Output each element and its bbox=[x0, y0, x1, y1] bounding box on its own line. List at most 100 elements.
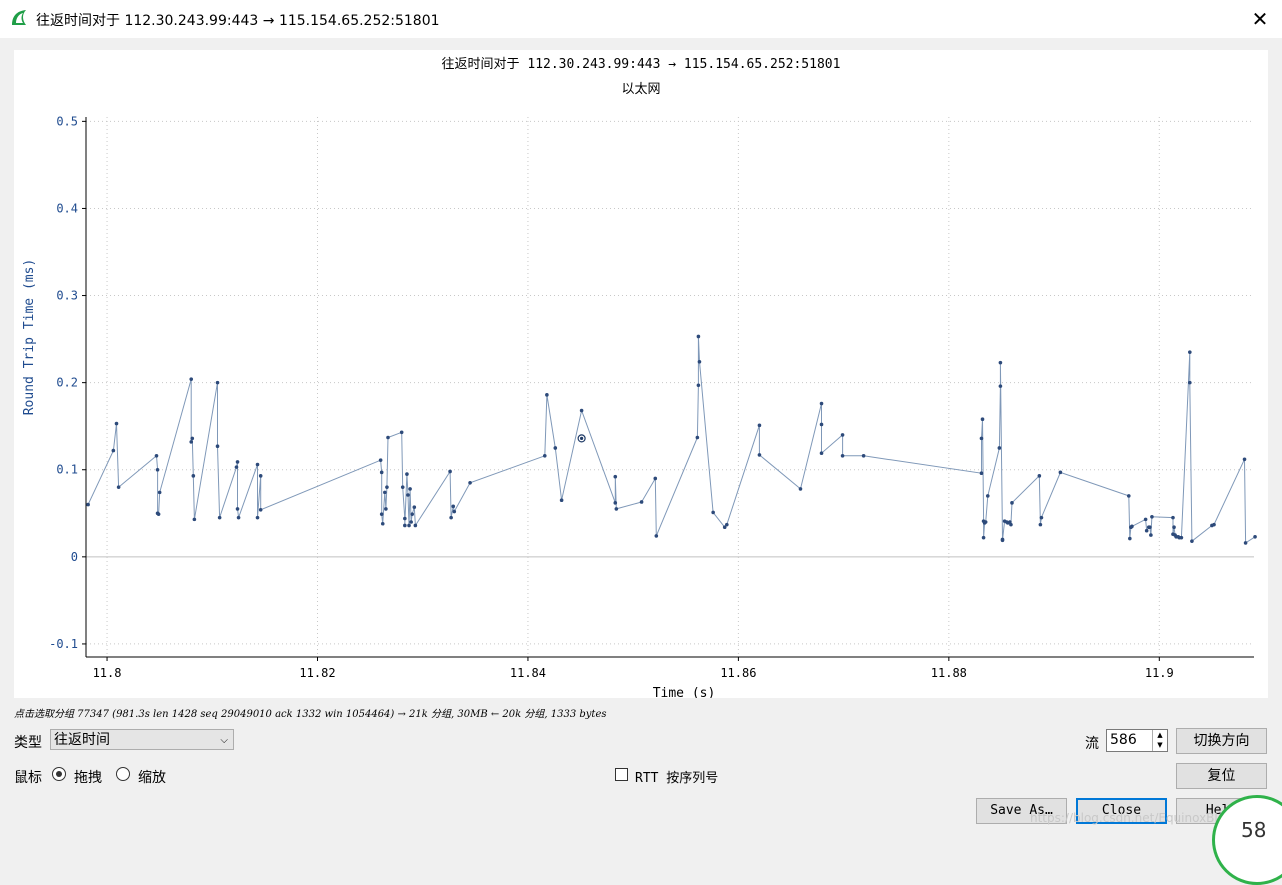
rtt-point bbox=[386, 435, 390, 440]
rtt-point bbox=[258, 474, 263, 478]
rtt-point bbox=[725, 522, 729, 527]
rtt-point bbox=[403, 516, 407, 521]
rtt-point bbox=[981, 535, 986, 540]
graph-type-select[interactable]: 往返时间 ⌵ bbox=[50, 729, 234, 750]
x-tick-label: 11.82 bbox=[299, 666, 335, 680]
rtt-point bbox=[1150, 514, 1154, 519]
rtt-point bbox=[258, 508, 263, 512]
rtt-point bbox=[1038, 522, 1043, 527]
rtt-point bbox=[217, 515, 222, 520]
rtt-point bbox=[379, 470, 384, 475]
x-tick-label: 11.86 bbox=[720, 666, 756, 680]
rtt-point bbox=[1143, 517, 1148, 522]
rtt-point bbox=[1130, 524, 1134, 529]
rtt-point bbox=[1242, 457, 1247, 462]
rtt-point bbox=[696, 383, 701, 388]
rtt-point bbox=[998, 384, 1003, 388]
rtt-point bbox=[215, 444, 220, 449]
rtt-point bbox=[542, 454, 547, 458]
rtt-point bbox=[696, 334, 701, 339]
stream-label: 流 bbox=[1085, 736, 1099, 752]
wireshark-fin-icon bbox=[12, 10, 26, 25]
rtt-point bbox=[1212, 522, 1216, 527]
rtt-point bbox=[379, 512, 384, 516]
rtt-point bbox=[156, 512, 161, 516]
rtt-point bbox=[653, 476, 658, 481]
zoom-radio-label[interactable]: 缩放 bbox=[138, 767, 166, 787]
rtt-point bbox=[452, 509, 457, 514]
rtt-point bbox=[840, 454, 845, 458]
type-label: 类型 bbox=[14, 735, 42, 751]
rtt-point bbox=[614, 507, 619, 511]
rtt-by-seq-checkbox[interactable] bbox=[615, 768, 628, 781]
close-icon[interactable]: ✕ bbox=[1247, 6, 1273, 32]
switch-direction-button[interactable]: 切换方向 bbox=[1176, 728, 1267, 754]
rtt-point bbox=[819, 401, 824, 406]
rtt-point bbox=[405, 472, 409, 476]
rtt-point bbox=[190, 436, 195, 441]
rtt-point bbox=[189, 440, 194, 444]
y-tick-label: 0.2 bbox=[56, 376, 78, 390]
rtt-point bbox=[613, 474, 618, 479]
rtt-point bbox=[380, 521, 385, 526]
rtt-point bbox=[157, 490, 162, 495]
rtt-point bbox=[111, 448, 116, 453]
rtt-point bbox=[997, 446, 1002, 450]
rtt-plot[interactable]: -0.1 0 0.1 0.2 0.3 0.4 0.5 11.8 11.82 11.84 11.86 1… bbox=[14, 50, 1268, 698]
rtt-point bbox=[1188, 380, 1192, 385]
zoom-radio[interactable] bbox=[116, 767, 130, 781]
rtt-point bbox=[255, 515, 260, 520]
status-hint: 点击选取分组 77347 (981.3s len 1428 seq 290490… bbox=[14, 709, 607, 720]
rtt-point bbox=[1126, 494, 1131, 498]
x-axis-label: Time (s) bbox=[653, 686, 716, 698]
rtt-point bbox=[1010, 501, 1014, 505]
rtt-point bbox=[840, 433, 845, 437]
rtt-by-seq-label[interactable]: RTT 按序列号 bbox=[635, 767, 718, 786]
rtt-point bbox=[235, 507, 240, 511]
rtt-point bbox=[116, 485, 121, 489]
rtt-point bbox=[189, 377, 194, 381]
rtt-point bbox=[191, 474, 196, 478]
stream-value: 586 bbox=[1110, 732, 1137, 748]
x-tick-label: 11.8 bbox=[93, 666, 122, 680]
reset-button[interactable]: 复位 bbox=[1176, 763, 1267, 789]
y-tick-label: 0.4 bbox=[56, 201, 78, 215]
rtt-point bbox=[255, 462, 260, 467]
rtt-point bbox=[697, 359, 702, 364]
rtt-point bbox=[798, 487, 803, 491]
rtt-point bbox=[410, 512, 414, 516]
y-tick-label: 0 bbox=[71, 550, 78, 564]
drag-radio[interactable] bbox=[52, 767, 66, 781]
rtt-point bbox=[983, 520, 988, 524]
drag-radio-label[interactable]: 拖拽 bbox=[74, 767, 102, 787]
rtt-point bbox=[408, 487, 412, 491]
rtt-point bbox=[406, 493, 410, 497]
x-tick-label: 11.88 bbox=[931, 666, 967, 680]
rtt-point bbox=[639, 500, 644, 504]
y-tick-label: 0.1 bbox=[56, 463, 78, 477]
plot-area bbox=[86, 117, 1254, 657]
rtt-point bbox=[985, 494, 990, 498]
rtt-point bbox=[1188, 350, 1192, 354]
rtt-point bbox=[448, 469, 452, 474]
watermark-text: https://blog.csdn.net/EquinoxBlaze bbox=[1030, 811, 1239, 825]
stream-spinbox[interactable]: 586 ▲ ▼ bbox=[1106, 729, 1168, 752]
spin-arrows-icon[interactable]: ▲ ▼ bbox=[1152, 730, 1167, 751]
rtt-point bbox=[403, 523, 407, 528]
rtt-point bbox=[757, 423, 762, 428]
rtt-point bbox=[1039, 515, 1044, 520]
rtt-point bbox=[412, 505, 417, 509]
rtt-point bbox=[1179, 535, 1184, 540]
rtt-point bbox=[553, 446, 558, 450]
rtt-point bbox=[695, 435, 700, 440]
selected-point bbox=[580, 436, 584, 440]
rtt-point bbox=[236, 515, 241, 520]
graph-type-value: 往返时间 bbox=[54, 732, 110, 748]
rtt-point bbox=[385, 485, 389, 489]
rtt-point bbox=[654, 534, 659, 538]
rtt-point bbox=[378, 458, 383, 462]
plot-panel[interactable]: 往返时间对于 112.30.243.99:443 → 115.154.65.25… bbox=[14, 50, 1268, 698]
y-axis-label: Round Trip Time (ms) bbox=[22, 259, 37, 416]
rtt-point bbox=[980, 417, 985, 422]
rtt-point bbox=[757, 453, 762, 457]
